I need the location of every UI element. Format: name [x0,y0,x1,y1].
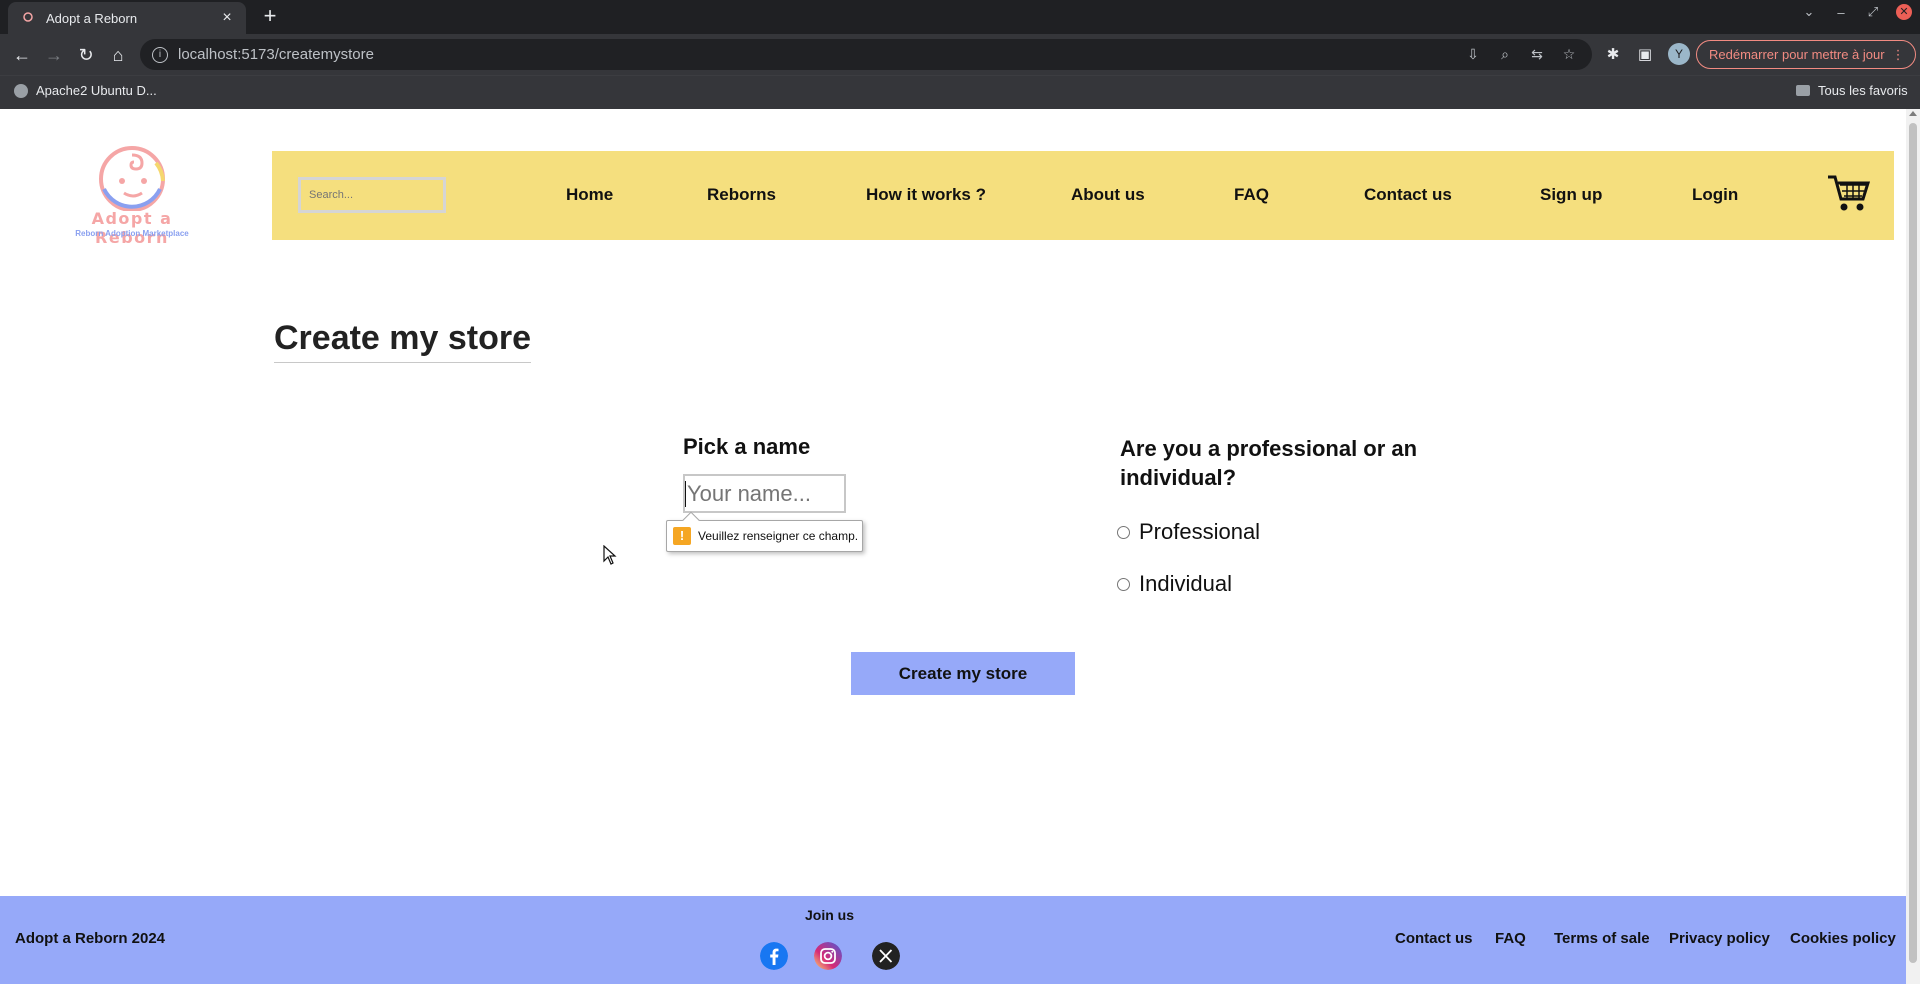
footer-terms-of-sale[interactable]: Terms of sale [1554,930,1650,947]
footer-cookies-policy[interactable]: Cookies policy [1790,930,1896,947]
name-field-label: Pick a name [683,434,811,459]
folder-icon [1796,85,1810,96]
facebook-icon[interactable] [760,942,788,970]
site-logo[interactable]: Adopt a Reborn Reborn Adoption Marketpla… [52,139,212,249]
profile-avatar[interactable]: Y [1668,43,1690,65]
nav-faq[interactable]: FAQ [1234,185,1269,205]
all-bookmarks-label: Tous les favoris [1818,83,1908,98]
reload-icon[interactable]: ↻ [74,43,98,67]
bookmark-star-icon[interactable]: ☆ [1560,46,1578,63]
footer-copyright: Adopt a Reborn 2024 [15,930,166,947]
individual-label: Individual [1139,571,1232,596]
new-tab-button[interactable]: + [258,4,282,28]
back-icon[interactable]: ← [10,43,34,67]
store-name-input[interactable] [683,474,846,513]
page-scrollbar[interactable] [1906,109,1920,984]
window-close-icon[interactable]: ✕ [1896,4,1912,20]
site-navbar: Home Reborns How it works ? About us FAQ… [272,151,1894,240]
option-professional[interactable]: Professional [1117,519,1260,545]
nav-reborns[interactable]: Reborns [707,185,776,205]
site-footer: Adopt a Reborn 2024 Join us Contact us F… [0,896,1906,984]
tab-title: Adopt a Reborn [46,10,138,26]
tab-favicon-icon [20,10,36,26]
nav-sign-up[interactable]: Sign up [1540,185,1602,205]
professional-radio[interactable] [1117,525,1130,539]
nav-how-it-works[interactable]: How it works ? [866,185,986,205]
tooltip-arrow [682,511,700,529]
scrollbar-thumb[interactable] [1909,123,1917,963]
all-bookmarks-folder[interactable]: Tous les favoris [1796,83,1908,98]
nav-home[interactable]: Home [566,185,613,205]
footer-contact-us[interactable]: Contact us [1395,930,1473,947]
side-panel-icon[interactable]: ▣ [1636,45,1654,63]
bookmark-label: Apache2 Ubuntu D... [36,83,157,98]
site-info-icon[interactable]: i [152,46,168,63]
share-icon[interactable]: ⇆ [1528,46,1546,63]
browser-tabbar: Adopt a Reborn × + ⌄ – ⤢ ✕ [0,0,1920,34]
update-button-label: Redémarrer pour mettre à jour [1709,47,1885,62]
nav-contact-us[interactable]: Contact us [1364,185,1452,205]
mouse-cursor-icon [603,545,617,565]
bookmarks-bar: Apache2 Ubuntu D... Tous les favoris [0,75,1920,109]
url-text[interactable]: localhost:5173/createmystore [178,46,1464,63]
restart-update-button[interactable]: Redémarrer pour mettre à jour ⋮ [1696,40,1916,69]
minimize-icon[interactable]: – [1832,5,1850,20]
globe-icon [14,83,28,98]
logo-text: Adopt a Reborn [91,209,173,247]
create-store-button[interactable]: Create my store [851,652,1075,695]
bookmark-item[interactable]: Apache2 Ubuntu D... [14,83,157,98]
forward-icon[interactable]: → [42,43,66,67]
text-caret [685,481,686,507]
scroll-up-arrow-icon[interactable] [1909,111,1917,116]
extensions-icon[interactable]: ✱ [1604,45,1622,63]
seller-type-question: Are you a professional or an individual? [1120,436,1418,490]
tab-search-icon[interactable]: ⌄ [1800,4,1818,20]
logo-subtitle: Reborn Adoption Marketplace [75,229,189,238]
web-page: Adopt a Reborn Reborn Adoption Marketpla… [0,109,1906,984]
professional-label: Professional [1139,519,1261,544]
page-title: Create my store [274,319,532,363]
install-app-icon[interactable]: ⇩ [1464,46,1482,63]
x-icon[interactable] [872,942,900,970]
nav-login[interactable]: Login [1692,185,1738,205]
browser-tab[interactable]: Adopt a Reborn × [8,2,246,34]
menu-dots-icon[interactable]: ⋮ [1892,41,1905,68]
warning-icon: ! [673,527,691,545]
instagram-icon[interactable] [814,942,842,970]
nav-about-us[interactable]: About us [1071,185,1145,205]
footer-faq[interactable]: FAQ [1495,930,1526,947]
validation-message: Veuillez renseigner ce champ. [698,529,859,543]
address-bar[interactable]: i localhost:5173/createmystore ⇩ ⌕ ⇆ ☆ [140,39,1592,70]
search-input[interactable] [298,177,446,213]
tab-close-icon[interactable]: × [218,9,236,27]
footer-privacy-policy[interactable]: Privacy policy [1669,930,1770,947]
join-us-heading: Join us [805,907,855,923]
validation-tooltip: ! Veuillez renseigner ce champ. [666,511,863,552]
option-individual[interactable]: Individual [1117,571,1232,597]
individual-radio[interactable] [1117,577,1130,591]
browser-toolbar: ← → ↻ ⌂ i localhost:5173/createmystore ⇩… [0,34,1920,75]
shopping-cart-icon[interactable] [1826,173,1870,213]
home-icon[interactable]: ⌂ [106,43,130,67]
window-controls: ⌄ – ⤢ ✕ [1800,4,1912,20]
restore-icon[interactable]: ⤢ [1864,4,1882,20]
zoom-icon[interactable]: ⌕ [1496,46,1514,63]
baby-face-logo-icon [99,146,165,212]
